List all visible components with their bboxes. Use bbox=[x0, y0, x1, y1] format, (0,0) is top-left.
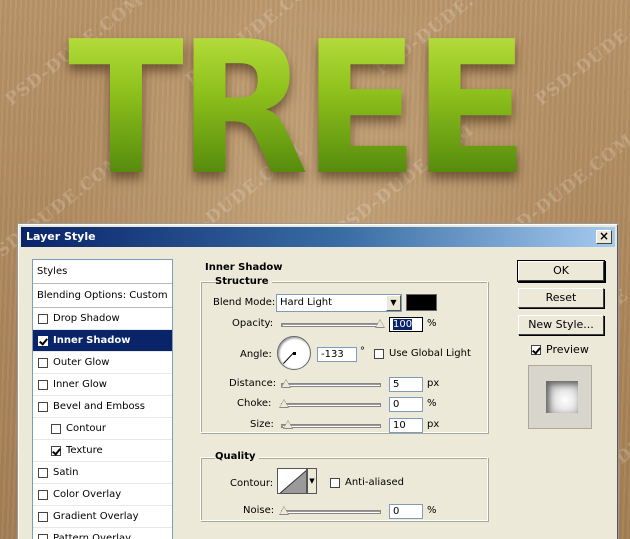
chevron-down-icon: ▼ bbox=[386, 295, 401, 311]
style-item[interactable]: Inner Glow bbox=[33, 374, 172, 396]
style-item[interactable]: Satin bbox=[33, 462, 172, 484]
size-slider-thumb[interactable] bbox=[282, 420, 293, 429]
style-item[interactable]: Color Overlay bbox=[33, 484, 172, 506]
angle-label: Angle: bbox=[240, 349, 272, 360]
style-item[interactable]: Drop Shadow bbox=[33, 308, 172, 330]
close-button[interactable]: × bbox=[596, 230, 612, 244]
blending-options-item[interactable]: Blending Options: Custom bbox=[33, 284, 172, 308]
choke-label: Choke: bbox=[237, 398, 272, 409]
layer-style-dialog: Layer Style × Styles Blending Options: C… bbox=[18, 224, 618, 539]
blend-mode-label: Blend Mode: bbox=[213, 297, 276, 308]
style-item-checkbox[interactable] bbox=[38, 335, 48, 346]
style-preview-thumbnail bbox=[528, 365, 592, 429]
style-item-checkbox[interactable] bbox=[51, 445, 61, 456]
style-item-label: Texture bbox=[66, 445, 103, 456]
opacity-slider-thumb[interactable] bbox=[375, 319, 385, 328]
blend-mode-select[interactable]: Hard Light ▼ bbox=[276, 294, 402, 312]
size-slider[interactable] bbox=[281, 420, 381, 429]
tree-text-artwork: TREE bbox=[68, 9, 568, 210]
style-item[interactable]: Inner Shadow bbox=[33, 330, 172, 352]
style-item-label: Color Overlay bbox=[53, 489, 122, 500]
shadow-color-swatch[interactable] bbox=[406, 294, 437, 311]
style-item[interactable]: Gradient Overlay bbox=[33, 506, 172, 528]
use-global-light-option[interactable]: Use Global Light bbox=[374, 348, 471, 359]
new-style-button[interactable]: New Style... bbox=[518, 315, 604, 335]
distance-label: Distance: bbox=[229, 378, 277, 389]
choke-slider[interactable] bbox=[279, 399, 381, 408]
style-item-checkbox[interactable] bbox=[38, 533, 48, 539]
anti-aliased-checkbox[interactable] bbox=[330, 477, 340, 488]
dialog-title: Layer Style bbox=[26, 230, 96, 243]
use-global-light-label: Use Global Light bbox=[389, 348, 471, 359]
style-item-label: Contour bbox=[66, 423, 106, 434]
size-unit: px bbox=[427, 419, 440, 430]
style-item-label: Bevel and Emboss bbox=[53, 401, 145, 412]
ok-button[interactable]: OK bbox=[518, 261, 604, 281]
angle-dial[interactable] bbox=[277, 336, 311, 370]
contour-curve-icon bbox=[279, 470, 306, 493]
style-item-label: Inner Shadow bbox=[53, 335, 131, 346]
dialog-titlebar[interactable]: Layer Style × bbox=[21, 227, 615, 247]
style-item-label: Inner Glow bbox=[53, 379, 107, 390]
reset-button[interactable]: Reset bbox=[518, 288, 604, 308]
blend-mode-value: Hard Light bbox=[280, 297, 333, 308]
angle-unit: ° bbox=[360, 346, 365, 357]
opacity-label: Opacity: bbox=[232, 318, 274, 329]
contour-dropdown-icon[interactable]: ▼ bbox=[307, 468, 317, 494]
distance-slider[interactable] bbox=[280, 379, 381, 388]
preview-label: Preview bbox=[546, 343, 589, 356]
contour-preview[interactable] bbox=[277, 468, 307, 494]
choke-unit: % bbox=[427, 398, 437, 409]
style-item-checkbox[interactable] bbox=[38, 489, 48, 500]
style-item-checkbox[interactable] bbox=[38, 467, 48, 478]
style-item-checkbox[interactable] bbox=[38, 401, 48, 412]
noise-slider[interactable] bbox=[279, 506, 381, 515]
style-item-label: Pattern Overlay bbox=[53, 533, 132, 539]
style-item-label: Satin bbox=[53, 467, 79, 478]
opacity-input[interactable]: 100 bbox=[389, 317, 423, 332]
style-items: Drop Shadow Inner Shadow Outer Glow Inner G… bbox=[33, 308, 172, 539]
style-item-label: Drop Shadow bbox=[53, 313, 120, 324]
style-item[interactable]: Pattern Overlay bbox=[33, 528, 172, 539]
style-item[interactable]: Outer Glow bbox=[33, 352, 172, 374]
style-item-checkbox[interactable] bbox=[38, 379, 48, 390]
style-item[interactable]: Contour bbox=[33, 418, 172, 440]
angle-center-dot bbox=[293, 352, 296, 355]
preview-checkbox[interactable] bbox=[531, 344, 541, 355]
structure-title: Structure bbox=[215, 276, 272, 287]
styles-list: Styles Blending Options: Custom Drop Sha… bbox=[32, 259, 173, 539]
style-item-checkbox[interactable] bbox=[38, 313, 48, 324]
opacity-slider[interactable] bbox=[281, 319, 385, 328]
preview-swatch bbox=[546, 381, 578, 413]
distance-input[interactable]: 5 bbox=[389, 377, 423, 392]
opacity-value: 100 bbox=[393, 319, 413, 330]
noise-unit: % bbox=[427, 505, 437, 516]
size-input[interactable]: 10 bbox=[389, 418, 423, 433]
style-item-checkbox[interactable] bbox=[38, 511, 48, 522]
anti-aliased-label: Anti-aliased bbox=[345, 477, 405, 488]
choke-slider-thumb[interactable] bbox=[279, 399, 289, 408]
opacity-unit: % bbox=[427, 318, 437, 329]
quality-title: Quality bbox=[215, 451, 259, 462]
size-label: Size: bbox=[250, 419, 274, 430]
section-title: Inner Shadow bbox=[205, 262, 283, 273]
noise-input[interactable]: 0 bbox=[389, 504, 423, 519]
contour-label: Contour: bbox=[230, 478, 274, 489]
style-item-checkbox[interactable] bbox=[38, 357, 48, 368]
style-item-label: Outer Glow bbox=[53, 357, 110, 368]
style-item-checkbox[interactable] bbox=[51, 423, 61, 434]
style-item[interactable]: Texture bbox=[33, 440, 172, 462]
preview-option[interactable]: Preview bbox=[531, 343, 589, 356]
noise-slider-thumb[interactable] bbox=[279, 506, 289, 515]
styles-header[interactable]: Styles bbox=[33, 260, 172, 284]
use-global-light-checkbox[interactable] bbox=[374, 348, 384, 359]
anti-aliased-option[interactable]: Anti-aliased bbox=[330, 477, 404, 488]
style-item-label: Gradient Overlay bbox=[53, 511, 139, 522]
style-item[interactable]: Bevel and Emboss bbox=[33, 396, 172, 418]
distance-unit: px bbox=[427, 378, 440, 389]
choke-input[interactable]: 0 bbox=[389, 397, 423, 412]
angle-input[interactable]: -133 bbox=[317, 347, 357, 362]
distance-slider-thumb[interactable] bbox=[280, 379, 291, 388]
noise-label: Noise: bbox=[243, 505, 275, 516]
